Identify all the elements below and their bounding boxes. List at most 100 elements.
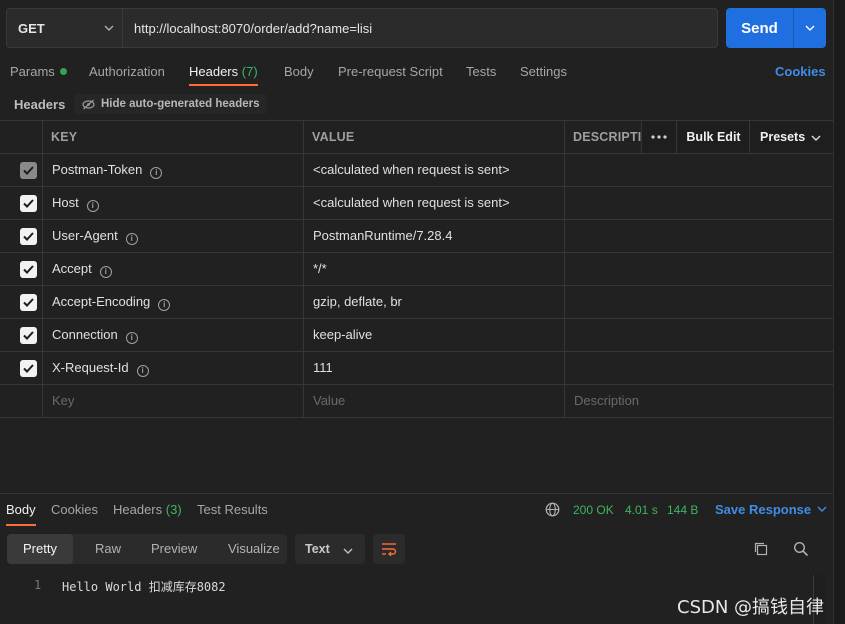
header-value-cell[interactable]: <calculated when request is sent> [313, 154, 510, 186]
line-number: 1 [34, 578, 42, 592]
save-response-button[interactable]: Save Response [715, 502, 827, 517]
response-tab-test-results[interactable]: Test Results [197, 502, 268, 526]
hide-auto-headers-button[interactable]: Hide auto-generated headers [74, 94, 268, 114]
info-icon[interactable]: i [136, 365, 149, 377]
table-row: Connection i keep-alive [0, 319, 834, 352]
more-icon [651, 135, 667, 139]
tab-prerequest-script[interactable]: Pre-request Script [338, 60, 443, 86]
header-description-cell[interactable] [574, 286, 832, 318]
row-checkbox[interactable] [20, 228, 37, 245]
panel-divider[interactable] [0, 493, 834, 494]
view-visualize[interactable]: Visualize [228, 534, 280, 564]
presets-dropdown[interactable]: Presets [751, 121, 833, 153]
header-description-cell[interactable] [574, 154, 832, 186]
header-description-cell[interactable] [574, 187, 832, 219]
info-icon[interactable]: i [99, 266, 112, 278]
request-tabs: Params Authorization Headers (7) Body Pr… [0, 60, 845, 86]
row-checkbox[interactable] [20, 195, 37, 212]
response-time[interactable]: 4.01 s [625, 503, 658, 517]
checkmark-icon [23, 166, 34, 175]
info-icon[interactable]: i [158, 299, 171, 311]
row-checkbox[interactable] [20, 360, 37, 377]
header-value-cell[interactable]: PostmanRuntime/7.28.4 [313, 220, 452, 252]
row-checkbox[interactable] [20, 294, 37, 311]
presets-label: Presets [760, 130, 806, 144]
column-description: DESCRIPTIO [573, 130, 641, 144]
table-row: Postman-Token i <calculated when request i… [0, 154, 834, 187]
response-tab-cookies[interactable]: Cookies [51, 502, 98, 526]
header-value-cell[interactable]: <calculated when request is sent> [313, 187, 510, 219]
new-key-input[interactable]: Key [52, 385, 74, 417]
header-key-cell[interactable]: X-Request-Id i [52, 352, 149, 384]
tab-body[interactable]: Body [284, 60, 314, 86]
info-icon[interactable]: i [150, 167, 163, 179]
bulk-edit-button[interactable]: Bulk Edit [678, 121, 750, 153]
method-select[interactable]: GET [7, 9, 123, 47]
header-description-cell[interactable] [574, 220, 832, 252]
checkmark-icon [23, 265, 34, 274]
send-button[interactable]: Send [726, 8, 794, 48]
new-value-input[interactable]: Value [313, 385, 345, 417]
chevron-down-icon [817, 506, 827, 512]
tab-headers-count: (7) [241, 64, 258, 79]
response-size[interactable]: 144 B [667, 503, 698, 517]
tab-params[interactable]: Params [10, 60, 67, 86]
header-description-cell[interactable] [574, 253, 832, 285]
row-checkbox[interactable] [20, 327, 37, 344]
right-scrollbar[interactable] [833, 0, 845, 624]
header-key-cell[interactable]: Connection i [52, 319, 138, 351]
header-value-cell[interactable]: 111 [313, 352, 333, 384]
header-description-cell[interactable] [574, 319, 832, 351]
chevron-down-icon [805, 25, 815, 31]
new-description-input[interactable]: Description [574, 385, 639, 417]
tab-headers-label: Headers [189, 64, 239, 79]
header-value-cell[interactable]: gzip, deflate, br [313, 286, 402, 318]
table-row: Accept-Encoding i gzip, deflate, br [0, 286, 834, 319]
header-key: Connection [52, 327, 118, 342]
info-icon[interactable]: i [125, 332, 138, 344]
more-options-button[interactable] [641, 121, 677, 153]
table-row: Accept i */* [0, 253, 834, 286]
response-body-text[interactable]: Hello World 扣减库存8082 [62, 578, 226, 595]
header-key-cell[interactable]: User-Agent i [52, 220, 138, 252]
chevron-down-icon [104, 25, 114, 31]
view-preview[interactable]: Preview [151, 534, 197, 564]
view-raw[interactable]: Raw [95, 534, 121, 564]
row-checkbox[interactable] [20, 261, 37, 278]
header-key-cell[interactable]: Host i [52, 187, 99, 219]
wrap-lines-button[interactable] [373, 534, 405, 564]
response-headers-count: (3) [165, 502, 182, 517]
response-tab-body[interactable]: Body [6, 502, 36, 526]
info-icon[interactable]: i [125, 233, 138, 245]
url-input[interactable]: http://localhost:8070/order/add?name=lis… [123, 9, 717, 47]
headers-table: KEY VALUE DESCRIPTIO Bulk Edit Presets P… [0, 120, 834, 418]
info-icon[interactable]: i [86, 200, 99, 212]
checkmark-icon [23, 199, 34, 208]
header-key: Accept [52, 261, 92, 276]
search-icon[interactable] [793, 541, 809, 557]
hide-auto-headers-label: Hide auto-generated headers [101, 98, 260, 110]
globe-icon[interactable] [545, 502, 560, 517]
header-value-cell[interactable]: keep-alive [313, 319, 372, 351]
copy-icon[interactable] [753, 541, 769, 557]
tab-settings[interactable]: Settings [520, 60, 567, 86]
tab-tests[interactable]: Tests [466, 60, 496, 86]
table-header: KEY VALUE DESCRIPTIO Bulk Edit Presets [0, 120, 834, 154]
header-key-cell[interactable]: Accept-Encoding i [52, 286, 171, 318]
view-pretty[interactable]: Pretty [7, 534, 73, 564]
status-code[interactable]: 200 OK [573, 503, 614, 517]
table-row: Host i <calculated when request is sent> [0, 187, 834, 220]
format-select[interactable]: Text [295, 534, 365, 564]
watermark: CSDN @搞钱自律 [677, 597, 825, 618]
response-tab-headers[interactable]: Headers (3) [113, 502, 182, 526]
header-description-cell[interactable] [574, 352, 832, 384]
header-key-cell[interactable]: Accept i [52, 253, 112, 285]
header-key-cell[interactable]: Postman-Token i [52, 154, 163, 186]
send-button-group: Send [726, 8, 826, 48]
header-key: X-Request-Id [52, 360, 129, 375]
send-options-button[interactable] [794, 8, 826, 48]
cookies-link[interactable]: Cookies [775, 60, 826, 84]
tab-authorization[interactable]: Authorization [89, 60, 165, 86]
header-value-cell[interactable]: */* [313, 253, 327, 285]
tab-headers[interactable]: Headers (7) [189, 60, 258, 86]
